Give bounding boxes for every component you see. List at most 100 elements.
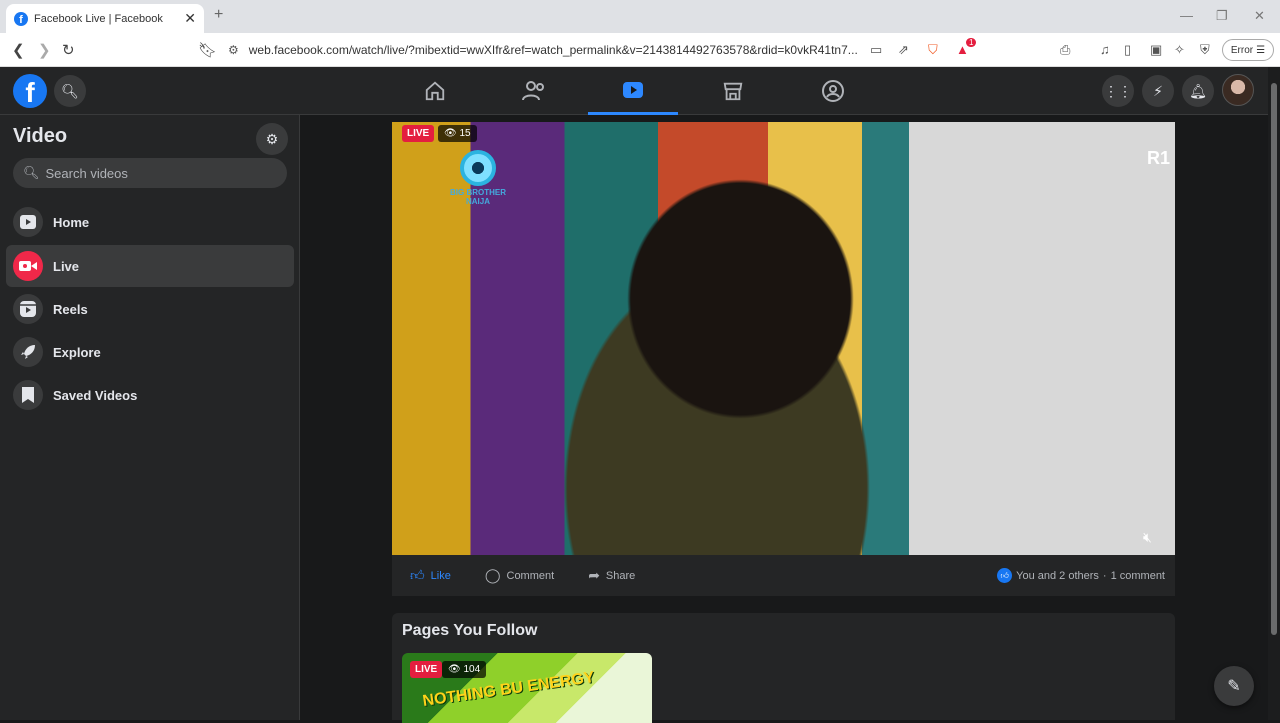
share-label: Share	[605, 569, 636, 582]
like-button[interactable]: 👍︎ Like	[402, 567, 459, 584]
scrollbar-thumb[interactable]	[1271, 83, 1277, 635]
search-placeholder: Search videos	[45, 165, 128, 181]
brave-shield-icon[interactable]: ⛉	[928, 42, 938, 58]
cast-icon[interactable]: ▭	[870, 42, 882, 58]
settings-gear-icon[interactable]: ⚙	[256, 123, 288, 155]
live-camera-icon	[13, 251, 43, 281]
like-label: Like	[430, 569, 451, 582]
video-frame-person	[482, 152, 952, 555]
share-arrow-icon: ➦	[588, 567, 600, 583]
eye-icon: 👁︎	[448, 664, 464, 675]
live-video-player[interactable]	[392, 122, 1175, 555]
close-tab-icon[interactable]: ✕	[184, 10, 196, 27]
comment-button[interactable]: ◯ Comment	[477, 567, 562, 584]
channel-watermark: R1	[1147, 148, 1171, 168]
facebook-logo-icon[interactable]: f	[13, 74, 47, 108]
media-icon[interactable]: ♫	[1100, 42, 1110, 57]
vpn-icon[interactable]: ⛨	[1200, 42, 1210, 58]
live-video-thumbnail[interactable]: NOTHING BU ENERGY LIVE 👁︎ 104	[402, 653, 652, 723]
logo-text: BIG BROTHER NAIJA	[450, 188, 506, 206]
sidebar-item-label: Saved Videos	[53, 387, 138, 403]
share-button[interactable]: ➦ Share	[580, 567, 643, 584]
notifications-bell-icon[interactable]: 🔔︎	[1182, 75, 1214, 107]
sidebar-item-live[interactable]: Live	[6, 245, 294, 287]
sidebar-item-label: Explore	[53, 344, 101, 360]
sidebar-item-label: Reels	[53, 301, 88, 317]
browser-tab[interactable]: f Facebook Live | Facebook ✕	[6, 4, 204, 33]
messenger-icon[interactable]: ⚡︎	[1142, 75, 1174, 107]
play-icon	[13, 207, 43, 237]
eye-logo-icon	[460, 150, 496, 186]
sidebar-item-home[interactable]: Home	[6, 201, 294, 243]
rocket-icon	[13, 337, 43, 367]
page-scrollbar[interactable]	[1268, 67, 1280, 720]
viewer-count-badge: 👁︎ 15	[438, 125, 477, 142]
eye-icon: 👁︎	[444, 128, 460, 139]
reaction-summary[interactable]: 👍︎ You and 2 others · 1 comment	[997, 568, 1165, 583]
nav-friends[interactable]	[489, 67, 579, 115]
reels-icon	[13, 294, 43, 324]
comment-bubble-icon: ◯	[484, 567, 501, 583]
menu-grid-icon[interactable]: ⋮⋮	[1102, 75, 1134, 107]
nav-groups[interactable]	[788, 67, 878, 115]
search-icon: 🔍︎	[23, 165, 40, 180]
groups-icon	[822, 80, 844, 102]
nav-home[interactable]	[390, 67, 480, 115]
sidebar-item-saved-videos[interactable]: Saved Videos	[6, 374, 294, 416]
nav-video[interactable]	[588, 67, 678, 115]
big-brother-naija-logo: BIG BROTHER NAIJA	[450, 150, 506, 214]
reload-icon[interactable]: ↻	[62, 41, 75, 59]
friends-icon	[522, 81, 544, 101]
error-menu-button[interactable]: Error ☰	[1222, 39, 1274, 61]
minimize-icon[interactable]: —	[1180, 8, 1193, 23]
tab-title: Facebook Live | Facebook	[34, 12, 163, 25]
back-icon[interactable]: ❮	[12, 41, 25, 59]
sidebar-item-label: Live	[53, 258, 80, 274]
search-icon[interactable]: 🔍︎	[54, 75, 86, 107]
address-toolbar: ❮ ❯ ↻ 🔖︎ ⚙ web.facebook.com/watch/live/?…	[0, 33, 1280, 67]
video-sidebar: Video ⚙ 🔍︎ Search videos Home Live Reels…	[0, 115, 300, 720]
pages-you-follow-section: Pages You Follow NOTHING BU ENERGY LIVE …	[392, 613, 1175, 723]
nav-marketplace[interactable]	[688, 67, 778, 115]
leo-ai-icon[interactable]: ✧	[1174, 42, 1185, 58]
error-label: Error	[1230, 44, 1254, 56]
section-title: Pages You Follow	[402, 622, 538, 639]
muted-speaker-icon[interactable]: 🔇︎	[1143, 529, 1152, 546]
comment-count[interactable]: 1 comment	[1111, 570, 1165, 582]
sidebar-title: Video	[13, 125, 68, 147]
sidebar-toggle-icon[interactable]: ▯	[1124, 42, 1131, 58]
live-badge: LIVE	[410, 661, 443, 678]
reader-icon[interactable]: ⎙	[1060, 42, 1070, 58]
close-window-icon[interactable]: ✕	[1254, 8, 1265, 24]
url-text: web.facebook.com/watch/live/?mibextid=ww…	[248, 43, 858, 57]
reaction-text: You and 2 others	[1016, 569, 1099, 582]
sidebar-item-explore[interactable]: Explore	[6, 331, 294, 373]
like-reaction-icon: 👍︎	[997, 568, 1013, 583]
sidebar-item-label: Home	[53, 214, 90, 230]
live-badge: LIVE	[402, 125, 435, 142]
site-info-icon[interactable]: ⚙	[228, 43, 239, 57]
sidebar-item-reels[interactable]: Reels	[6, 288, 294, 330]
bookmark-page-icon[interactable]: 🔖︎	[198, 41, 217, 59]
new-tab-icon[interactable]: +	[214, 6, 223, 24]
separator-dot: ·	[1102, 569, 1107, 582]
thumbs-up-icon: 👍︎	[410, 567, 425, 583]
profile-avatar[interactable]	[1222, 74, 1254, 106]
bookmark-icon	[13, 380, 43, 410]
viewer-count: 15	[459, 128, 471, 139]
video-actions-bar: 👍︎ Like ◯ Comment ➦ Share 👍︎ You and 2 o…	[392, 555, 1175, 596]
search-videos-input[interactable]: 🔍︎ Search videos	[13, 158, 287, 188]
restore-icon[interactable]: ❐	[1216, 8, 1228, 24]
viewer-count: 104	[463, 664, 481, 675]
home-icon	[425, 81, 445, 101]
video-icon	[623, 81, 643, 98]
viewer-count-badge: 👁︎ 104	[442, 661, 487, 678]
hamburger-icon: ☰	[1256, 44, 1266, 56]
wallet-icon[interactable]: ▣	[1150, 42, 1162, 58]
new-message-compose-icon[interactable]: ✎	[1214, 666, 1254, 706]
facebook-favicon-icon: f	[14, 11, 28, 26]
comment-label: Comment	[506, 569, 555, 582]
share-page-icon[interactable]: ⇗	[898, 42, 909, 58]
forward-icon[interactable]: ❯	[38, 41, 51, 59]
url-field[interactable]: ⚙ web.facebook.com/watch/live/?mibextid=…	[222, 36, 982, 64]
